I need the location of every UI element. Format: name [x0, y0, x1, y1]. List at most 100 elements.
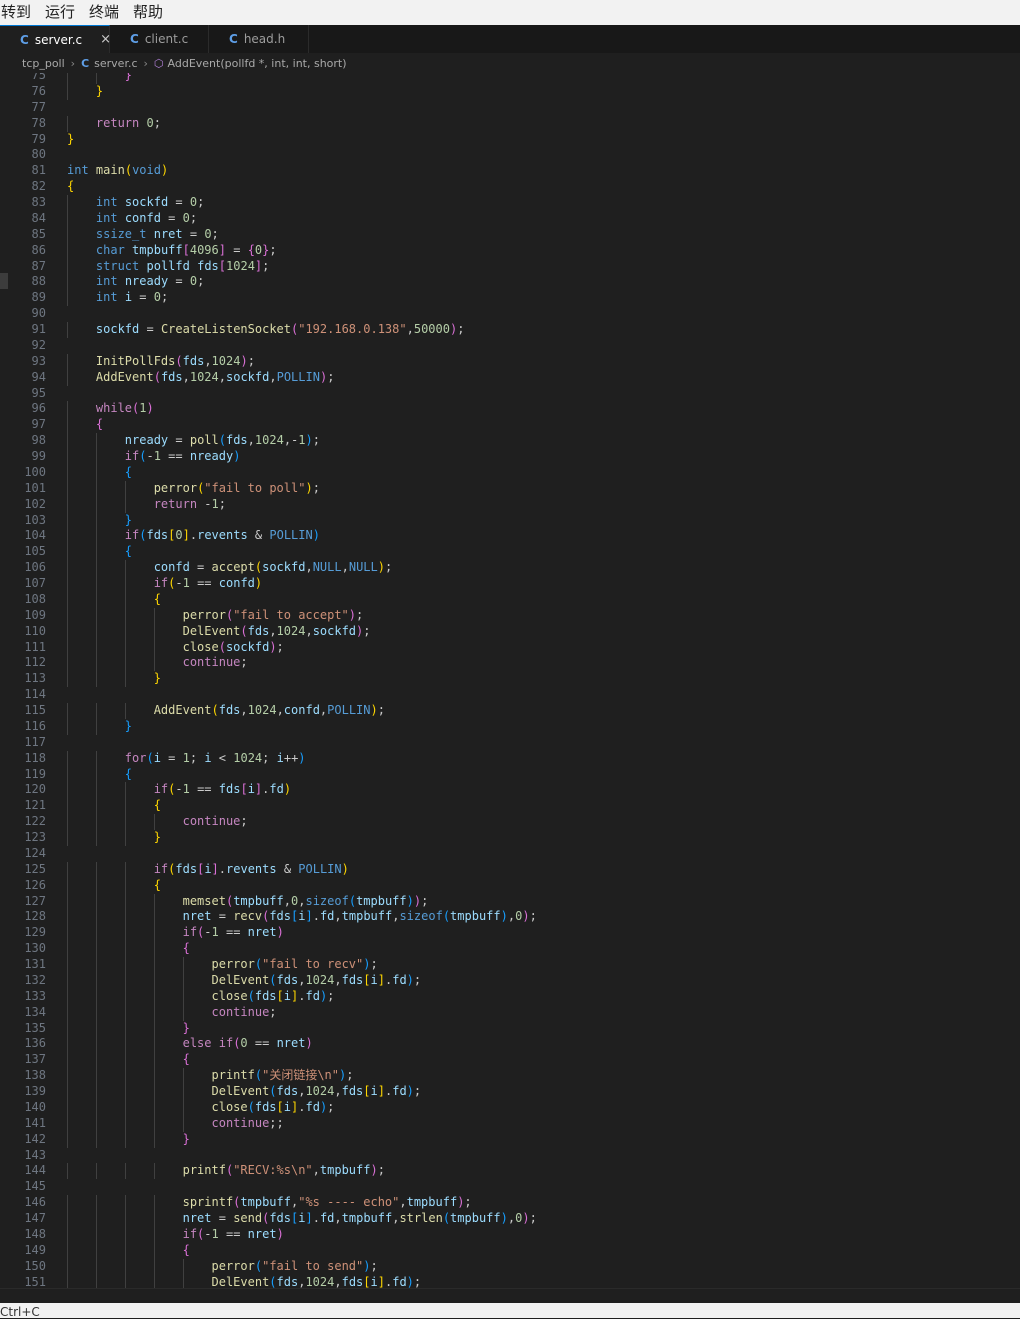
- indent-guide: [124, 1068, 126, 1084]
- indent-guide: [153, 1036, 155, 1053]
- code-line: 132 DelEvent(fds,1024,fds[i].fd);: [0, 972, 1020, 989]
- code-line: 120 if(-1 == fds[i].fd): [0, 782, 1020, 799]
- indent-guide: [95, 782, 97, 799]
- code-text: nret = recv(fds[i].fd,tmpbuff,sizeof(tmp…: [182, 909, 537, 924]
- indent-guide: [95, 718, 97, 735]
- indent-guide: [95, 750, 97, 767]
- indent-guide: [95, 893, 97, 910]
- horizontal-scrollbar[interactable]: [0, 1288, 1020, 1304]
- indent-guide: [67, 528, 68, 545]
- code-text: char tmpbuff[4096] = {0};: [95, 242, 277, 257]
- code-text: nret = send(fds[i].fd,tmpbuff,strlen(tmp…: [182, 1211, 537, 1225]
- indent-guide: [124, 1131, 126, 1148]
- code-lines: 75 } 76 } 77 78 return 0; 79} 80 81 int main(vo…: [0, 73, 1020, 1288]
- indent-guide: [95, 560, 97, 576]
- indent-guide: [67, 1084, 68, 1100]
- line-number: 110: [24, 623, 46, 638]
- line-number: 87: [31, 258, 46, 273]
- line-number: 78: [31, 115, 46, 130]
- status-hint: Ctrl+C: [0, 1305, 40, 1319]
- breadcrumb-symbol[interactable]: AddEvent(pollfd *, int, int, short): [168, 57, 347, 70]
- code-text: nready = poll(fds,1024,-1);: [124, 433, 320, 448]
- menu-bar: 转到 运行 终端 帮助: [0, 0, 1020, 25]
- breadcrumb-file[interactable]: server.c: [94, 57, 137, 70]
- indent-guide: [67, 1020, 68, 1037]
- indent-guide: [124, 1242, 126, 1259]
- code-line: 126 {: [0, 877, 1020, 894]
- line-number: 99: [31, 449, 46, 463]
- code-line: 101 perror("fail to poll");: [0, 480, 1020, 497]
- indent-guide: [67, 591, 68, 608]
- breadcrumb-folder[interactable]: tcp_poll: [22, 57, 65, 70]
- indent-guide: [95, 1052, 97, 1069]
- code-text: continue;: [182, 655, 248, 670]
- line-number: 125: [24, 861, 46, 876]
- code-line: 129 if(-1 == nret): [0, 925, 1020, 942]
- code-line: 131 perror("fail to recv");: [0, 957, 1020, 973]
- indent-guide: [95, 972, 97, 989]
- code-line: 90: [0, 306, 1020, 322]
- indent-guide: [95, 1258, 97, 1275]
- code-text: }: [124, 718, 133, 733]
- indent-guide: [153, 655, 155, 672]
- code-text: DelEvent(fds,1024,fds[i].fd);: [211, 1084, 422, 1098]
- indent-guide: [95, 623, 97, 640]
- line-number: 90: [31, 306, 46, 321]
- menu-goto[interactable]: 转到: [0, 0, 38, 25]
- code-text: {: [153, 877, 161, 892]
- menu-run[interactable]: 运行: [44, 0, 82, 25]
- indent-guide: [153, 972, 155, 989]
- indent-guide: [124, 1084, 126, 1100]
- code-text: {: [182, 941, 190, 956]
- code-line: 115 AddEvent(fds,1024,confd,POLLIN);: [0, 703, 1020, 719]
- code-line: 123 }: [0, 830, 1020, 846]
- indent-guide: [67, 1099, 68, 1116]
- line-number: 142: [24, 1131, 46, 1146]
- line-number: 129: [24, 925, 46, 940]
- code-text: confd = accept(sockfd,NULL,NULL);: [153, 560, 393, 575]
- indent-guide: [95, 1163, 97, 1180]
- code-editor[interactable]: 75 } 76 } 77 78 return 0; 79} 80 81 int main(vo…: [0, 73, 1020, 1288]
- indent-guide: [124, 957, 126, 973]
- code-line: 96 while(1): [0, 401, 1020, 418]
- code-text: }: [67, 131, 75, 146]
- menu-terminal[interactable]: 终端: [88, 0, 126, 25]
- indent-guide: [67, 417, 68, 434]
- code-text: DelEvent(fds,1024,fds[i].fd);: [211, 1274, 422, 1289]
- tab-server-c[interactable]: C server.c ×: [0, 25, 111, 53]
- indent-guide: [67, 623, 68, 640]
- line-number: 94: [31, 369, 46, 384]
- code-line: 98 nready = poll(fds,1024,-1);: [0, 433, 1020, 449]
- tab-client-c[interactable]: C client.c: [110, 25, 209, 53]
- tab-head-h[interactable]: C head.h: [209, 25, 309, 53]
- indent-guide: [95, 1004, 97, 1021]
- code-line: 119 {: [0, 766, 1020, 783]
- indent-guide: [67, 1131, 68, 1148]
- indent-guide: [95, 1068, 97, 1084]
- indent-guide: [67, 750, 68, 767]
- indent-guide: [153, 1084, 155, 1100]
- indent-guide: [95, 1226, 97, 1243]
- indent-guide: [153, 1004, 155, 1021]
- code-line: 110 DelEvent(fds,1024,sockfd);: [0, 623, 1020, 640]
- code-text: {: [124, 766, 133, 781]
- line-number: 131: [24, 957, 46, 971]
- line-number: 126: [24, 877, 46, 892]
- line-number: 122: [24, 814, 46, 829]
- indent-guide: [182, 1068, 184, 1084]
- indent-guide: [182, 1004, 184, 1021]
- code-line: 139 DelEvent(fds,1024,fds[i].fd);: [0, 1084, 1020, 1100]
- indent-guide: [124, 877, 126, 894]
- code-text: InitPollFds(fds,1024);: [95, 353, 255, 368]
- menu-help[interactable]: 帮助: [132, 0, 170, 25]
- line-number: 95: [31, 385, 46, 400]
- indent-guide: [95, 877, 97, 894]
- indent-guide: [67, 115, 68, 132]
- indent-guide: [67, 496, 68, 513]
- code-line: 83 int sockfd = 0;: [0, 195, 1020, 211]
- line-number: 75: [31, 73, 46, 82]
- indent-guide: [124, 480, 126, 497]
- indent-guide: [124, 1258, 126, 1275]
- indent-guide: [124, 1004, 126, 1021]
- line-number: 118: [24, 750, 46, 765]
